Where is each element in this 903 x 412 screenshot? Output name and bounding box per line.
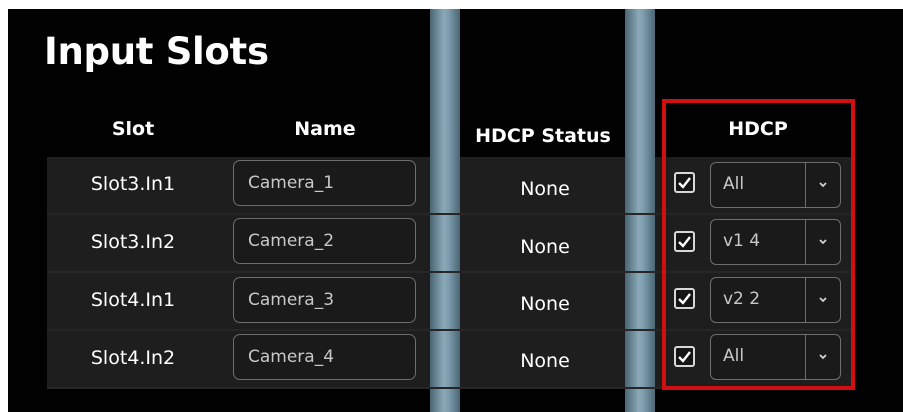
name-input[interactable] bbox=[233, 160, 416, 206]
chevron-down-icon[interactable] bbox=[814, 349, 832, 365]
hdcp-checkbox[interactable] bbox=[674, 288, 695, 309]
select-divider bbox=[805, 163, 806, 207]
hdcp-select[interactable]: v2 2 bbox=[710, 277, 841, 323]
hdcp-status-value: None bbox=[520, 236, 570, 258]
column-header-slot: Slot bbox=[111, 118, 155, 140]
select-divider bbox=[805, 278, 806, 322]
checkmark-icon bbox=[678, 236, 691, 248]
hdcp-status-value: None bbox=[520, 293, 570, 315]
hdcp-checkbox[interactable] bbox=[674, 231, 695, 252]
hdcp-select-value: v2 2 bbox=[723, 289, 761, 309]
hdcp-checkbox[interactable] bbox=[674, 172, 695, 193]
slot-label: Slot3.In1 bbox=[90, 173, 176, 195]
column-header-hdcp: HDCP bbox=[728, 118, 788, 140]
column-divider[interactable] bbox=[625, 9, 655, 412]
hdcp-select[interactable]: All bbox=[710, 334, 841, 380]
column-divider[interactable] bbox=[430, 9, 460, 412]
hdcp-select[interactable]: v1 4 bbox=[710, 219, 841, 265]
hdcp-status-value: None bbox=[520, 178, 570, 200]
row-divider bbox=[47, 387, 853, 389]
checkmark-icon bbox=[678, 293, 691, 305]
checkmark-icon bbox=[678, 351, 691, 363]
checkmark-icon bbox=[678, 177, 691, 189]
slot-label: Slot3.In2 bbox=[90, 231, 176, 253]
column-header-name: Name bbox=[294, 118, 356, 140]
page-title: Input Slots bbox=[44, 30, 269, 73]
app-canvas: Input Slots Slot Name HDCP Status HDCP S… bbox=[0, 0, 903, 412]
slot-label: Slot4.In1 bbox=[90, 289, 176, 311]
name-input[interactable] bbox=[233, 334, 416, 380]
hdcp-select[interactable]: All bbox=[710, 162, 841, 208]
slot-label: Slot4.In2 bbox=[90, 347, 176, 369]
name-input[interactable] bbox=[233, 218, 416, 264]
chevron-down-icon[interactable] bbox=[814, 177, 832, 193]
hdcp-checkbox[interactable] bbox=[674, 346, 695, 367]
hdcp-select-value: v1 4 bbox=[723, 231, 761, 251]
hdcp-select-value: All bbox=[723, 174, 745, 194]
hdcp-status-value: None bbox=[520, 350, 570, 372]
column-header-hdcp-status: HDCP Status bbox=[475, 125, 611, 147]
select-divider bbox=[805, 220, 806, 264]
hdcp-select-value: All bbox=[723, 346, 745, 366]
select-divider bbox=[805, 335, 806, 379]
chevron-down-icon[interactable] bbox=[814, 292, 832, 308]
name-input[interactable] bbox=[233, 277, 416, 323]
chevron-down-icon[interactable] bbox=[814, 234, 832, 250]
